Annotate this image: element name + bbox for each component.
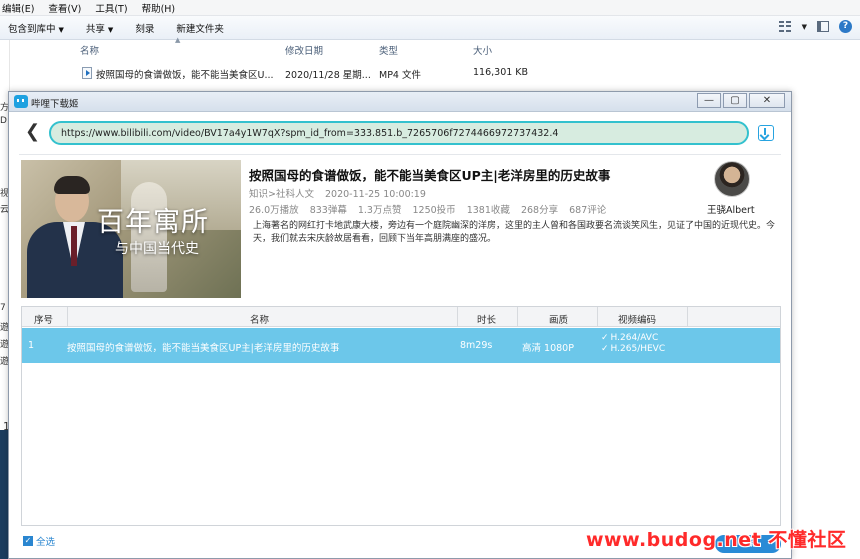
chevron-down-icon: ▼ [107,25,114,34]
column-size[interactable]: 大小 [473,43,492,57]
video-parts-table: 序号 名称 时长 画质 视频编码 1 按照国母的食谱做饭，能不能当美食区UP主|… [21,306,781,526]
thumbnail-tie [71,226,77,266]
video-file-icon [82,67,92,79]
column-separator [687,307,688,327]
row-codec-h265[interactable]: ✓ H.265/HEVC [601,344,665,355]
menu-help[interactable]: 帮助(H) [142,1,176,15]
checkbox-checked-icon: ✓ [23,536,33,546]
table-row[interactable]: 1 按照国母的食谱做饭，能不能当美食区UP主|老洋房里的历史故事 8m29s 高… [22,328,780,363]
url-bar [49,121,749,145]
thumbnail-hair [54,176,90,194]
stat-danmaku: 833弹幕 [309,205,347,216]
codec-label: H.264/AVC [610,333,659,343]
column-separator [67,307,68,327]
column-name[interactable]: 名称 [80,43,99,57]
include-library-button[interactable]: 包含到库中 ▼ [8,21,64,35]
video-title: 按照国母的食谱做饭，能不能当美食区UP主|老洋房里的历史故事 [249,168,611,183]
header-duration: 时长 [477,315,497,326]
stat-comments: 687评论 [569,205,607,216]
column-separator [457,307,458,327]
header-quality: 画质 [549,315,569,326]
title-bar[interactable]: 哔哩下载姬 — ▢ ✕ [9,92,791,112]
select-all-checkbox[interactable]: ✓ 全选 [23,534,55,548]
table-header: 序号 名称 时长 画质 视频编码 [22,307,780,327]
window-title: 哔哩下载姬 [31,99,79,110]
explorer-toolbar: 包含到库中 ▼ 共享 ▼ 刻录 新建文件夹 ▼ ? [0,16,860,40]
file-size: 116,301 KB [473,67,529,78]
select-all-label: 全选 [36,537,56,548]
nav-fragment[interactable]: D [0,116,7,126]
row-index: 1 [28,340,35,351]
file-type: MP4 文件 [379,70,421,81]
minimize-button[interactable]: — [697,93,721,108]
column-modified[interactable]: 修改日期 [285,43,323,57]
uploader-name[interactable]: 王骁Albert [707,202,755,216]
column-separator [517,307,518,327]
divider [19,154,781,155]
downloader-window: 哔哩下载姬 — ▢ ✕ ❮ 百年寓所 与中国当代史 按照国母的食谱做饭，能不能当… [8,91,792,559]
chevron-down-icon: ▼ [58,25,64,34]
row-name: 按照国母的食谱做饭，能不能当美食区UP主|老洋房里的历史故事 [67,343,340,354]
menu-edit[interactable]: 编辑(E) [2,1,34,15]
site-watermark: www.budog.net 不懂社区 [586,529,847,551]
uploader-avatar[interactable] [714,161,750,197]
file-name: 按照国母的食谱做饭，能不能当美食区U... [96,70,274,81]
menu-bar: 编辑(E) 查看(V) 工具(T) 帮助(H) [0,0,860,16]
column-separator [597,307,598,327]
preview-pane-icon[interactable] [817,21,829,32]
file-list-header: 名称 修改日期 类型 大小 [70,41,540,59]
new-folder-label: 新建文件夹 [176,23,224,35]
check-icon: ✓ [601,344,609,354]
video-stats: 26.0万播放 833弹幕 1.3万点赞 1250投币 1381收藏 268分享… [249,202,614,216]
video-meta: 知识>社科人文 2020-11-25 10:00:19 [249,186,434,200]
url-input[interactable] [61,123,731,143]
help-icon[interactable]: ? [839,20,852,33]
video-category: 知识>社科人文 [249,189,314,200]
back-arrow-icon[interactable]: ❮ [25,123,40,141]
bilibili-tv-icon [14,95,28,108]
chevron-down-icon[interactable]: ▼ [802,23,807,31]
thumbnail-subtitle: 与中国当代史 [115,241,199,257]
header-codec: 视频编码 [618,315,657,326]
header-index: 序号 [34,315,54,326]
stat-coins: 1250投币 [412,205,456,216]
download-icon[interactable] [758,125,774,141]
file-modified: 2020/11/28 星期... [285,70,371,81]
video-description: 上海著名的网红打卡地武康大楼，旁边有一个庭院幽深的洋房，这里的主人曾和各国政要名… [253,221,776,244]
codec-label: H.265/HEVC [610,344,666,354]
burn-label: 刻录 [135,23,155,35]
share-button[interactable]: 共享 ▼ [86,21,113,35]
stat-likes: 1.3万点赞 [357,205,402,216]
check-icon: ✓ [601,333,609,343]
row-duration: 8m29s [460,340,493,351]
include-library-label: 包含到库中 [8,23,56,35]
maximize-button[interactable]: ▢ [723,93,747,108]
video-thumbnail: 百年寓所 与中国当代史 [21,160,241,298]
nav-fragment[interactable]: 7 [0,303,6,313]
share-label: 共享 [85,23,105,35]
row-codec-h264[interactable]: ✓ H.264/AVC [601,333,658,344]
header-name: 名称 [250,315,270,326]
close-button[interactable]: ✕ [749,93,785,108]
stat-views: 26.0万播放 [249,205,299,216]
column-type[interactable]: 类型 [379,43,398,57]
window-controls: — ▢ ✕ [697,93,785,108]
stat-shares: 268分享 [520,205,559,216]
video-date: 2020-11-25 10:00:19 [325,189,426,200]
stat-favorites: 1381收藏 [466,205,510,216]
view-controls: ▼ ? [778,20,852,33]
menu-view[interactable]: 查看(V) [48,1,81,15]
menu-tools[interactable]: 工具(T) [95,1,127,15]
thumbnail-title: 百年寓所 [97,207,209,238]
burn-button[interactable]: 刻录 [135,21,154,35]
view-options-icon[interactable] [778,21,792,32]
row-quality[interactable]: 高清 1080P [522,340,574,354]
new-folder-button[interactable]: 新建文件夹 [176,21,224,35]
